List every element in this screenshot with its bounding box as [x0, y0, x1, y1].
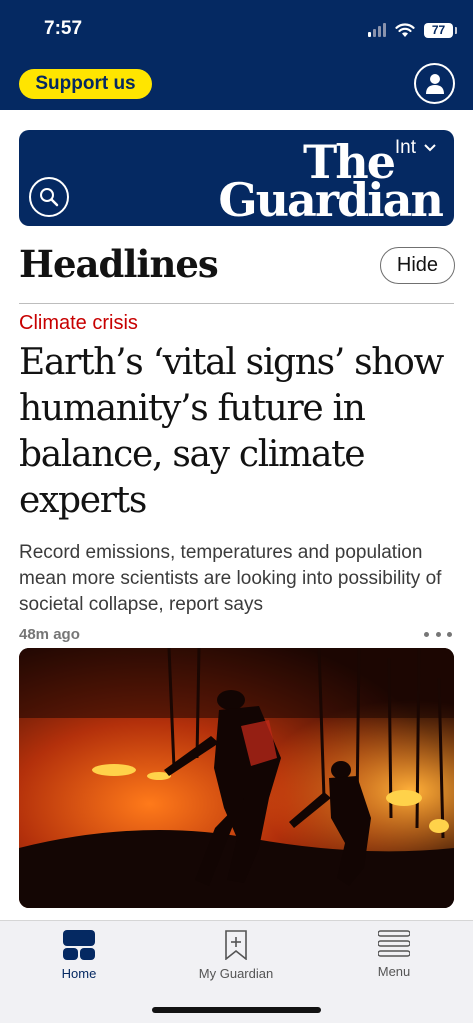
article-standfirst: Record emissions, temperatures and popul…: [19, 542, 442, 615]
profile-icon: [425, 73, 444, 94]
home-icon: [63, 930, 95, 960]
status-time: 7:57: [44, 18, 83, 39]
signal-icon: [368, 23, 386, 37]
support-us-button[interactable]: Support us: [19, 69, 152, 99]
hide-button[interactable]: Hide: [380, 247, 455, 284]
article-image[interactable]: [19, 648, 454, 908]
tab-my-guardian-label: My Guardian: [198, 966, 274, 981]
section-title: Headlines: [19, 242, 219, 286]
article-headline[interactable]: Earth’s ‘vital signs’ show humanity’s fu…: [19, 340, 459, 524]
tab-home[interactable]: Home: [19, 930, 139, 981]
more-options-button[interactable]: [424, 626, 452, 642]
search-button[interactable]: [29, 177, 69, 217]
wifi-icon: [395, 22, 415, 37]
tab-my-guardian[interactable]: My Guardian: [176, 930, 296, 981]
tab-home-label: Home: [61, 966, 97, 981]
menu-icon: [378, 930, 410, 957]
battery-icon: 77: [424, 22, 457, 38]
divider: [19, 303, 454, 304]
home-indicator: [152, 1007, 321, 1013]
profile-button[interactable]: [414, 63, 455, 104]
article-kicker[interactable]: Climate crisis: [19, 312, 138, 335]
dot: [424, 631, 429, 637]
bookmark-add-icon: [225, 930, 247, 960]
tab-menu[interactable]: Menu: [334, 930, 454, 979]
article-timestamp: 48m ago: [19, 626, 80, 643]
status-icons: 77: [368, 20, 457, 40]
guardian-logo: The Guardian: [218, 134, 444, 227]
masthead: Int The Guardian: [19, 130, 454, 226]
dot: [447, 631, 452, 637]
logo-line-2: Guardian: [218, 173, 444, 227]
top-app-bar: 7:57 77 Support us: [0, 0, 473, 110]
wildfire-photo: [19, 648, 454, 908]
dot: [435, 631, 441, 637]
search-icon: [40, 188, 59, 207]
battery-level: 77: [431, 23, 446, 37]
tab-menu-label: Menu: [377, 964, 411, 979]
